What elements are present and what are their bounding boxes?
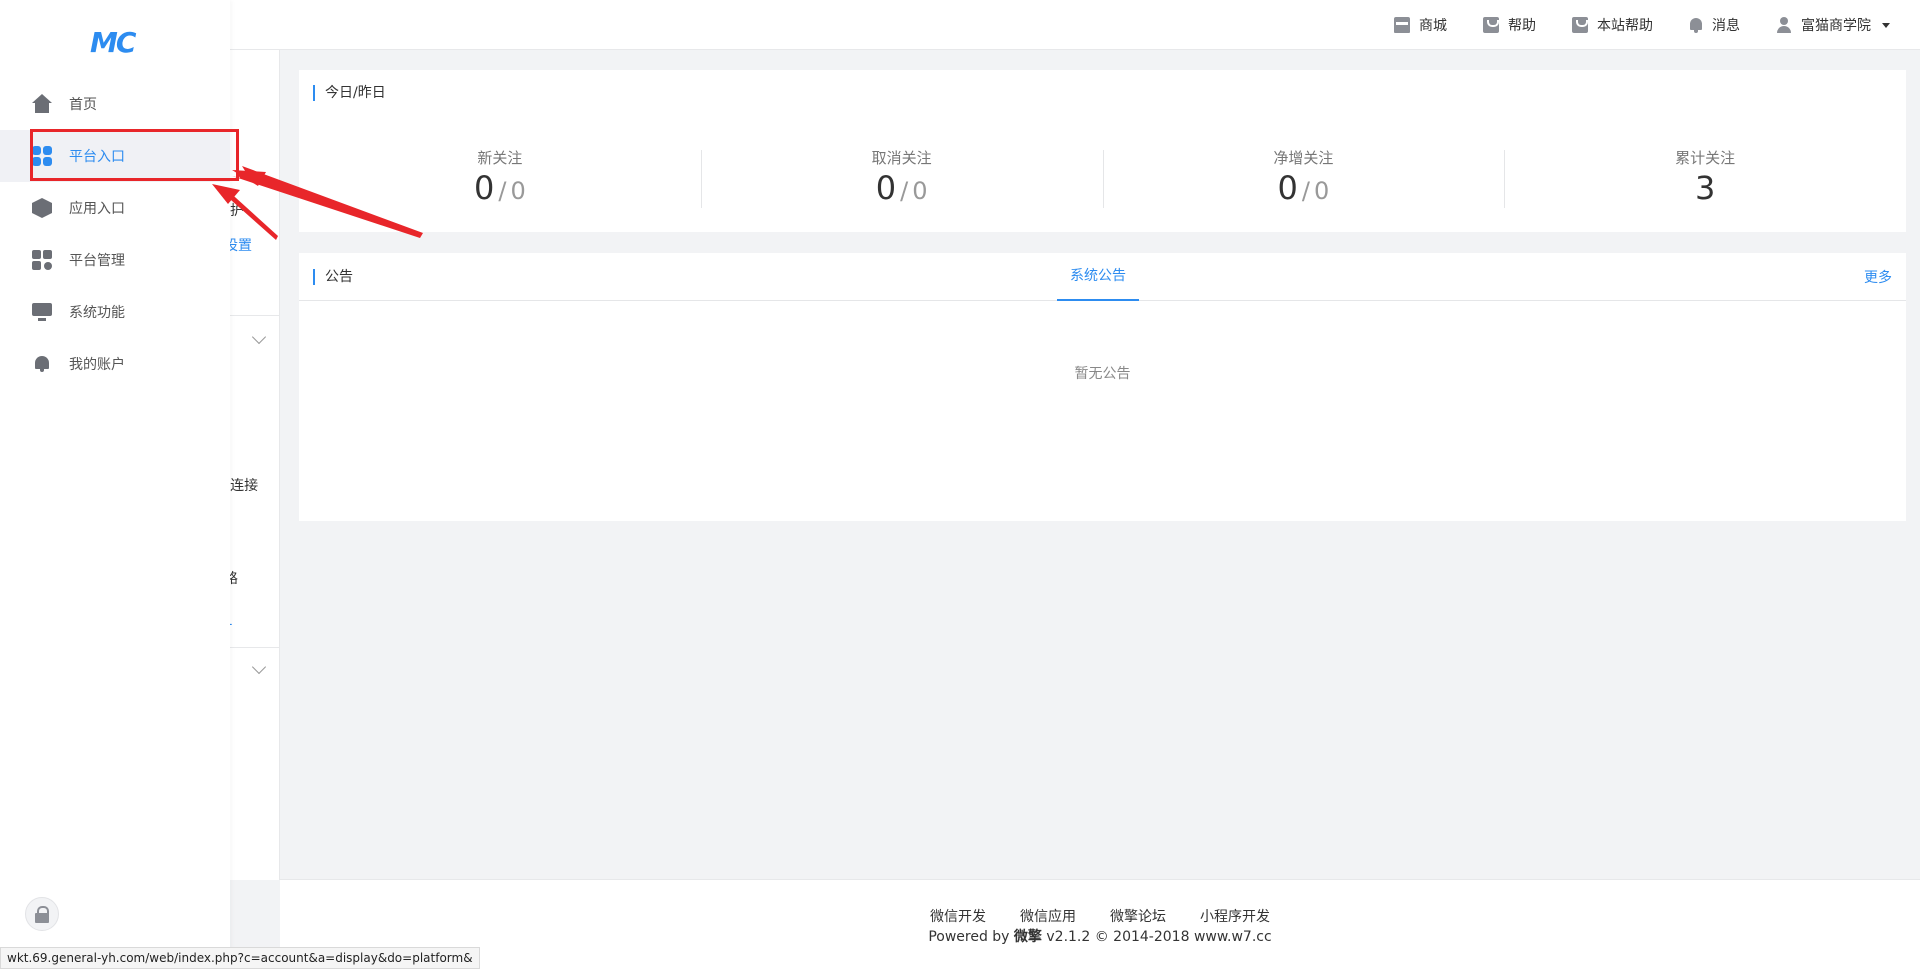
empty-notice: 暂无公告 — [1074, 366, 1131, 382]
footer-link[interactable]: 微信应用 — [1020, 906, 1076, 926]
store-icon — [1394, 17, 1410, 33]
stat-label: 净增关注 — [1273, 149, 1334, 167]
nav-site-help[interactable]: 本站帮助 — [1572, 15, 1653, 35]
footer: 微信开发 微信应用 微擎论坛 小程序开发 Powered by 微擎 v2.1.… — [280, 879, 1920, 969]
panel-fragment-text: 路 — [230, 568, 238, 588]
footer-link[interactable]: 微擎论坛 — [1110, 906, 1166, 926]
nav-messages-label: 消息 — [1712, 18, 1740, 34]
stat-label: 新关注 — [477, 149, 523, 167]
footer-links: 微信开发 微信应用 微擎论坛 小程序开发 — [280, 906, 1920, 926]
stat-today: 0 — [474, 169, 495, 207]
stat-new-follow: 新关注 0/0 — [299, 148, 701, 211]
nav-help-label: 帮助 — [1508, 18, 1536, 34]
panel-fragment-text: 护 — [230, 203, 244, 219]
powered-by: Powered by — [928, 929, 1010, 945]
sidebar-item-label: 平台管理 — [69, 253, 125, 269]
copyright: Powered by 微擎 v2.1.2 © 2014-2018 www.w7.… — [280, 926, 1920, 946]
brand-name: 微擎 — [1013, 929, 1042, 945]
notice-card: 公告 系统公告 更多 暂无公告 — [299, 253, 1906, 521]
footer-link[interactable]: 小程序开发 — [1200, 906, 1270, 926]
sidebar-item-platform-manage[interactable]: 平台管理 — [0, 234, 230, 286]
stat-value: 3 — [1504, 168, 1906, 208]
panel-fragment-link[interactable]: 设置 — [230, 235, 252, 255]
cube-icon — [32, 198, 52, 218]
notice-card-title: 公告 — [313, 269, 353, 285]
stat-value: 0/0 — [701, 168, 1103, 211]
sidebar-item-system[interactable]: 系统功能 — [0, 286, 230, 338]
sidebar-item-label: 我的账户 — [69, 357, 125, 373]
more-link[interactable]: 更多 — [1864, 267, 1892, 287]
stat-today: 0 — [875, 169, 897, 207]
stat-separator: / — [1301, 177, 1310, 205]
top-nav: 商城 帮助 本站帮助 消息 富猫商学院 — [1394, 0, 1890, 50]
stat-value: 0/0 — [299, 168, 701, 211]
stat-separator: / — [498, 177, 507, 205]
stat-label: 累计关注 — [1675, 149, 1736, 167]
user-name: 富猫商学院 — [1801, 18, 1871, 34]
footer-link[interactable]: 微信开发 — [930, 906, 986, 926]
stat-yesterday: 0 — [510, 177, 526, 205]
nav-site-help-label: 本站帮助 — [1597, 18, 1653, 34]
chevron-down-icon[interactable] — [251, 659, 267, 675]
bell-icon — [32, 354, 52, 374]
apps-icon — [32, 250, 52, 270]
stat-net-follow: 净增关注 0/0 — [1102, 148, 1505, 211]
nav-help[interactable]: 帮助 — [1483, 15, 1536, 35]
home-icon — [32, 94, 52, 114]
stat-value: 0/0 — [1103, 168, 1505, 211]
user-icon — [1776, 17, 1792, 33]
stat-label: 取消关注 — [871, 149, 932, 167]
stat-separator: / — [900, 177, 909, 205]
stats-card-title: 今日/昨日 — [313, 85, 386, 101]
version-text: v2.1.2 © 2014-2018 www.w7.cc — [1046, 929, 1272, 945]
stat-total-follow: 累计关注 3 — [1504, 148, 1906, 211]
sidebar-item-account[interactable]: 我的账户 — [0, 338, 230, 390]
stat-today: 0 — [1277, 169, 1298, 207]
bag-icon — [1483, 17, 1499, 33]
divider — [230, 647, 279, 648]
lock-icon[interactable] — [25, 897, 59, 931]
panel-fragment-link[interactable]: L — [230, 613, 232, 629]
sidebar-item-home[interactable]: 首页 — [0, 78, 230, 130]
sidebar-item-label: 应用入口 — [69, 201, 125, 217]
sidebar-item-label: 首页 — [69, 97, 97, 113]
stat-total: 3 — [1694, 169, 1716, 207]
chevron-down-icon[interactable] — [251, 329, 267, 345]
monitor-icon — [32, 302, 52, 322]
panel-fragment-text: J连接 — [230, 478, 259, 494]
nav-store[interactable]: 商城 — [1394, 15, 1447, 35]
bag-icon — [1572, 17, 1588, 33]
stat-unfollow: 取消关注 0/0 — [700, 148, 1103, 211]
user-menu[interactable]: 富猫商学院 — [1776, 15, 1890, 35]
stat-yesterday: 0 — [1313, 177, 1330, 205]
nav-messages[interactable]: 消息 — [1689, 15, 1740, 35]
tab-system-notice[interactable]: 系统公告 — [1057, 253, 1139, 301]
stats-card: 今日/昨日 新关注 0/0 取消关注 0/0 净增关注 0/0 累计关注 3 — [299, 70, 1906, 232]
sidebar-item-label: 系统功能 — [69, 305, 125, 321]
stats-row: 新关注 0/0 取消关注 0/0 净增关注 0/0 累计关注 3 — [299, 148, 1906, 211]
bell-icon — [1689, 17, 1703, 33]
caret-down-icon — [1882, 22, 1890, 28]
notice-tabs: 公告 系统公告 更多 — [299, 253, 1906, 301]
nav-store-label: 商城 — [1419, 18, 1447, 34]
sidebar-menu: 首页 平台入口 应用入口 平台管理 系统功能 我的账户 — [0, 78, 230, 390]
status-bar-url: wkt.69.general-yh.com/web/index.php?c=ac… — [0, 947, 480, 969]
logo[interactable]: MC — [90, 26, 136, 59]
stat-yesterday: 0 — [912, 177, 928, 205]
annotation-highlight-box — [30, 129, 239, 181]
top-header: 商城 帮助 本站帮助 消息 富猫商学院 — [0, 0, 1920, 50]
divider — [230, 315, 279, 316]
sidebar-item-app-entry[interactable]: 应用入口 — [0, 182, 230, 234]
